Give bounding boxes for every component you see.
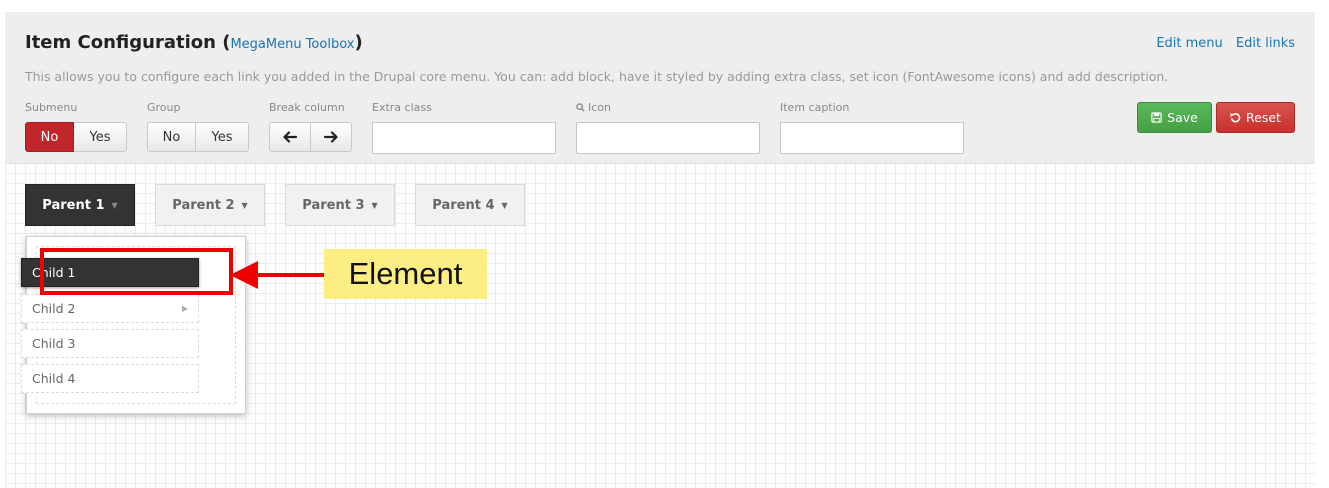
group-no-button[interactable]: No [147, 122, 196, 152]
edit-menu-link[interactable]: Edit menu [1156, 36, 1222, 51]
save-button[interactable]: Save [1137, 102, 1212, 133]
icon-label-text: Icon [588, 101, 611, 114]
child-item-4[interactable]: Child 4 [21, 364, 199, 393]
megamenu-toolbox-link[interactable]: MegaMenu Toolbox [230, 37, 354, 52]
parent-item-4[interactable]: Parent 4 ▼ [415, 184, 525, 226]
reset-label: Reset [1246, 110, 1281, 125]
caret-down-icon: ▼ [111, 200, 118, 210]
extra-class-input[interactable] [372, 122, 556, 154]
arrow-left-icon [283, 131, 297, 143]
arrow-right-icon [324, 131, 338, 143]
annotation-callout: Element [324, 249, 487, 299]
page-title: Item Configuration (MegaMenu Toolbox) [25, 32, 363, 53]
group-toggle: No Yes [147, 122, 249, 152]
icon-input[interactable] [576, 122, 760, 154]
caret-right-icon: ▶ [181, 304, 188, 313]
item-caption-label: Item caption [780, 101, 850, 114]
caret-down-icon: ▼ [371, 200, 378, 210]
item-caption-input[interactable] [780, 122, 964, 154]
child-item-label: Child 2 [32, 301, 76, 316]
undo-icon [1230, 112, 1241, 123]
break-column-controls [269, 122, 352, 152]
parent-item-1[interactable]: Parent 1 ▼ [25, 184, 135, 226]
save-label: Save [1167, 110, 1198, 125]
caret-down-icon: ▼ [241, 200, 248, 210]
parent-item-3[interactable]: Parent 3 ▼ [285, 184, 395, 226]
child-item-label: Child 3 [32, 336, 76, 351]
parent-item-label: Parent 2 [172, 197, 235, 213]
break-column-label: Break column [269, 101, 345, 114]
parent-item-label: Parent 1 [42, 197, 105, 213]
description-text: This allows you to configure each link y… [25, 69, 1169, 84]
child-item-label: Child 4 [32, 371, 76, 386]
item-configuration-panel: Item Configuration (MegaMenu Toolbox) Ed… [5, 12, 1315, 164]
submenu-yes-button[interactable]: Yes [74, 122, 127, 152]
arrow-right-button[interactable] [311, 122, 352, 152]
arrow-left-button[interactable] [269, 122, 311, 152]
icon-label: Icon [576, 101, 611, 114]
parent-item-label: Parent 3 [302, 197, 365, 213]
extra-class-label: Extra class [372, 101, 432, 114]
parent-item-2[interactable]: Parent 2 ▼ [155, 184, 265, 226]
annotation-arrow-icon [230, 261, 325, 289]
edit-links-link[interactable]: Edit links [1236, 36, 1295, 51]
title-text: Item Configuration ( [25, 32, 231, 53]
submenu-no-button[interactable]: No [25, 122, 74, 152]
child-item-3[interactable]: Child 3 [21, 329, 199, 358]
floppy-disk-icon [1151, 112, 1162, 123]
submenu-toggle: No Yes [25, 122, 127, 152]
submenu-label: Submenu [25, 101, 78, 114]
group-label: Group [147, 101, 181, 114]
caret-down-icon: ▼ [501, 200, 508, 210]
child-item-1[interactable]: Child 1 [21, 258, 199, 287]
top-links: Edit menu Edit links [1147, 36, 1295, 51]
title-close: ) [354, 32, 363, 53]
reset-button[interactable]: Reset [1216, 102, 1295, 133]
child-item-2[interactable]: Child 2 ▶ [21, 294, 199, 323]
parent-item-label: Parent 4 [432, 197, 495, 213]
group-yes-button[interactable]: Yes [196, 122, 249, 152]
child-item-label: Child 1 [32, 265, 76, 280]
search-icon [576, 103, 585, 112]
